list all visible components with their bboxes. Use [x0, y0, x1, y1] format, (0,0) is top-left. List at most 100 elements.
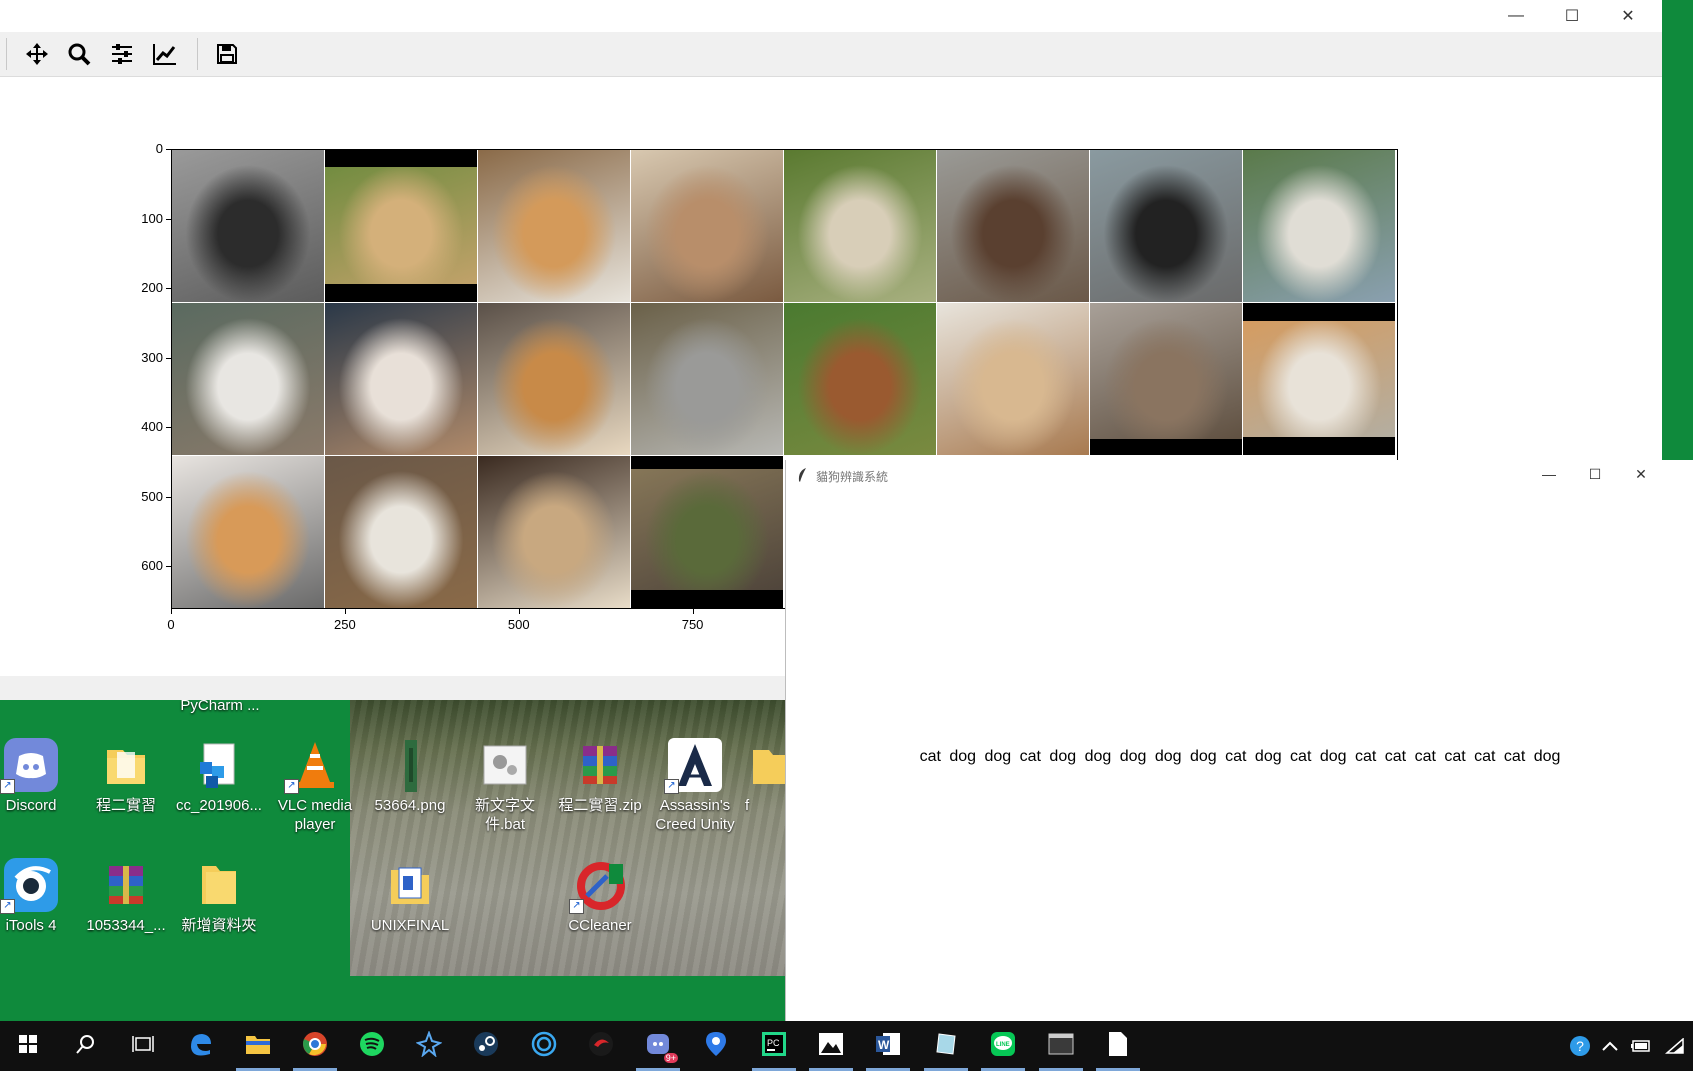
notepad-button[interactable]	[1090, 1021, 1146, 1071]
desktop-icon-installer[interactable]: cc_201906...	[174, 738, 264, 815]
desktop-icon-label: Assassin's Creed Unity	[655, 797, 735, 833]
desktop-icon-ccleaner[interactable]: ↗ CCleaner	[555, 858, 645, 935]
winrar-archive-icon	[99, 858, 153, 912]
itools-icon: ↗	[0, 858, 58, 914]
desktop-icon-bat-file[interactable]: 新文字文件.bat	[460, 738, 550, 834]
photo-tile	[172, 456, 324, 608]
photos-button[interactable]	[803, 1021, 859, 1071]
x-tick	[518, 609, 520, 614]
battery-icon[interactable]	[1626, 1021, 1656, 1071]
assassins-creed-icon: ↗	[664, 738, 722, 794]
floppy-disk-icon	[217, 44, 237, 64]
y-tick-label: 300	[141, 349, 163, 365]
maps-button[interactable]	[688, 1021, 744, 1071]
x-tick-label: 500	[507, 617, 530, 632]
search-button[interactable]	[58, 1021, 114, 1071]
discord-taskbar-button[interactable]: 9+	[630, 1021, 686, 1071]
windows-logo-icon	[18, 1034, 38, 1059]
letterbox-bar	[631, 590, 783, 608]
y-tick-label: 0	[155, 141, 163, 156]
task-view-icon	[132, 1034, 154, 1059]
photo-tile	[937, 150, 1089, 302]
app-button[interactable]	[401, 1021, 457, 1071]
y-tick	[166, 496, 171, 498]
y-tick	[166, 357, 171, 359]
y-tick-label: 100	[141, 210, 163, 226]
save-figure-button[interactable]	[211, 39, 243, 69]
desktop-icon-folder-practice[interactable]: 程二實習	[81, 738, 171, 815]
wifi-icon[interactable]	[1660, 1021, 1690, 1071]
map-pin-icon	[705, 1031, 727, 1062]
png-file-icon	[383, 738, 437, 792]
steam-icon	[473, 1031, 499, 1062]
desktop-icon-rar[interactable]: 1053344_...	[81, 858, 171, 935]
desktop-icon-label: iTools 4	[5, 917, 57, 934]
photo-tile	[172, 150, 324, 302]
garena-button[interactable]	[573, 1021, 629, 1071]
line-chart-icon	[153, 44, 176, 65]
photo-tile	[1243, 303, 1395, 455]
start-button[interactable]	[0, 1021, 56, 1071]
letterbox-bar	[325, 150, 477, 167]
photo-tile	[325, 150, 477, 302]
edit-axis-button[interactable]	[149, 39, 181, 69]
desktop-icon-label: UNIXFINAL	[370, 917, 450, 934]
desktop-icon-assassins-creed[interactable]: ↗ Assassin's Creed Unity	[650, 738, 740, 834]
document-icon	[1108, 1031, 1128, 1062]
terminal-button[interactable]	[1033, 1021, 1089, 1071]
x-tick	[344, 609, 346, 614]
word-button[interactable]: W	[860, 1021, 916, 1071]
desktop-icon-folder-partial[interactable]: f	[745, 738, 785, 815]
configure-subplots-button[interactable]	[106, 39, 138, 69]
edge-button[interactable]	[172, 1021, 228, 1071]
chrome-button[interactable]	[287, 1021, 343, 1071]
steam-button[interactable]	[458, 1021, 514, 1071]
pan-button[interactable]	[21, 39, 53, 69]
maximize-button[interactable]: ☐	[1544, 0, 1600, 32]
desktop-icon-vlc[interactable]: ↗ VLC media player	[270, 738, 360, 834]
svg-text:LINE: LINE	[996, 1042, 1010, 1048]
y-tick	[166, 149, 171, 150]
photo-tile	[784, 150, 936, 302]
bat-file-icon	[478, 738, 532, 792]
y-tick	[166, 427, 171, 429]
y-tick	[166, 566, 171, 568]
window-title: 貓狗辨識系統	[816, 470, 889, 484]
prediction-result-label: cat dog dog cat dog dog dog dog dog cat …	[919, 748, 1561, 765]
app-button-3[interactable]	[918, 1021, 974, 1071]
desktop-icon-label: Discord	[5, 797, 57, 814]
app-button-2[interactable]	[516, 1021, 572, 1071]
desktop-icon-label: 程二實習.zip	[558, 797, 642, 814]
spotify-button[interactable]	[344, 1021, 400, 1071]
folder-icon	[99, 738, 153, 792]
line-icon: LINE	[990, 1031, 1016, 1062]
desktop-icon-itools[interactable]: ↗ iTools 4	[0, 858, 76, 935]
task-view-button[interactable]	[115, 1021, 171, 1071]
desktop-icon-unixfinal[interactable]: UNIXFINAL	[365, 858, 455, 935]
line-button[interactable]: LINE	[975, 1021, 1031, 1071]
minimize-button[interactable]: —	[1488, 0, 1544, 32]
svg-text:PC: PC	[767, 1038, 780, 1048]
folder-icon	[192, 858, 246, 912]
pycharm-button[interactable]: PC	[746, 1021, 802, 1071]
garena-icon	[588, 1031, 614, 1062]
photo-tile	[631, 303, 783, 455]
desktop-icon-label: CCleaner	[568, 917, 632, 934]
desktop-icon-new-folder[interactable]: 新增資料夾	[174, 858, 264, 935]
close-button[interactable]: ✕	[1600, 0, 1656, 32]
photo-tile	[478, 303, 630, 455]
help-icon[interactable]: ?	[1565, 1021, 1595, 1071]
desktop-icon-zip[interactable]: 程二實習.zip	[555, 738, 645, 815]
spotify-icon	[359, 1031, 385, 1062]
zoom-button[interactable]	[63, 39, 95, 69]
minimize-button[interactable]: —	[1526, 460, 1572, 488]
close-button[interactable]: ✕	[1618, 460, 1664, 488]
chevron-up-icon[interactable]	[1598, 1021, 1622, 1071]
desktop-icon-discord[interactable]: ↗ Discord	[0, 738, 76, 815]
x-tick-label: 250	[334, 617, 356, 632]
ccleaner-icon: ↗	[569, 858, 627, 914]
file-explorer-button[interactable]	[230, 1021, 286, 1071]
desktop-icon-png-file[interactable]: 53664.png	[365, 738, 455, 815]
maximize-button[interactable]: ☐	[1572, 460, 1618, 488]
spiral-icon	[531, 1031, 557, 1062]
